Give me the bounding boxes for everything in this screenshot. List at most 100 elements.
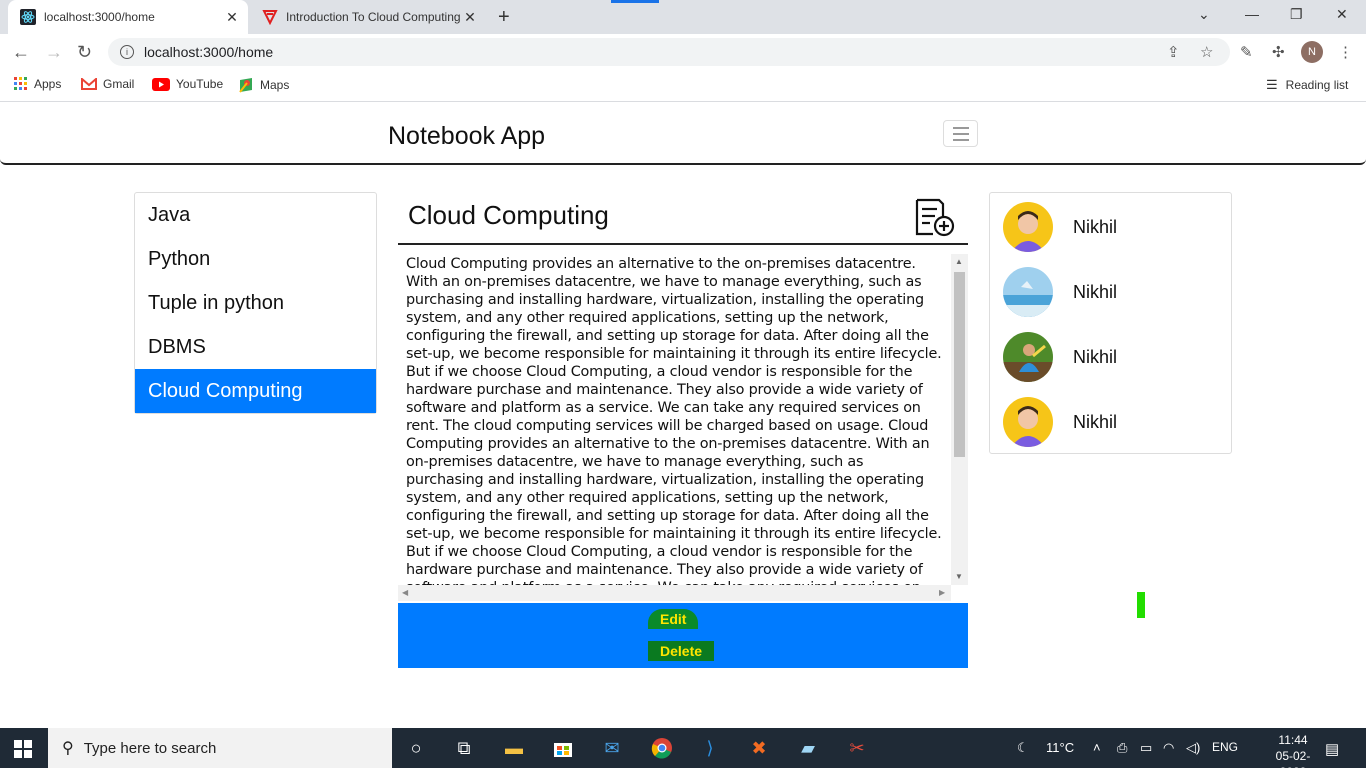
restore-icon[interactable]: ❐ xyxy=(1290,6,1303,23)
back-icon[interactable]: ← xyxy=(12,42,30,63)
note-item-python[interactable]: Python xyxy=(135,237,376,281)
volume-icon[interactable]: ◁) xyxy=(1186,740,1200,756)
tray-chevron-icon[interactable]: ˄ xyxy=(1093,740,1101,755)
language-indicator[interactable]: ENG xyxy=(1212,740,1238,754)
add-note-icon[interactable] xyxy=(913,198,957,238)
taskbar-search-input[interactable]: ⚲ Type here to search xyxy=(48,728,392,768)
wifi-icon[interactable]: ◠ xyxy=(1163,740,1174,756)
close-window-icon[interactable]: ✕ xyxy=(1336,6,1348,23)
url-text: localhost:3000/home xyxy=(144,44,274,60)
weather-moon-icon[interactable]: ☾ xyxy=(1017,740,1029,756)
hamburger-line xyxy=(952,132,969,135)
scroll-right-icon[interactable]: ▶ xyxy=(939,588,945,597)
site-info-icon[interactable]: i xyxy=(120,45,134,59)
outdoor-photo xyxy=(1003,332,1053,382)
tab-title: Introduction To Cloud Computing xyxy=(286,10,460,24)
file-explorer-icon[interactable]: ▬ xyxy=(502,736,526,760)
xampp-icon[interactable]: ✖ xyxy=(747,736,771,760)
bookmark-star-icon[interactable]: ☆ xyxy=(1200,43,1213,61)
reading-list-label: Reading list xyxy=(1285,78,1349,92)
bookmark-label: Maps xyxy=(260,78,290,92)
user-item[interactable]: Nikhil xyxy=(1003,201,1223,253)
horizontal-scrollbar[interactable]: ◀ ▶ xyxy=(398,585,951,601)
minimize-icon[interactable]: — xyxy=(1245,6,1259,22)
note-item-java[interactable]: Java xyxy=(135,193,376,237)
bookmark-label: Gmail xyxy=(103,77,135,91)
hamburger-line xyxy=(952,126,969,129)
hamburger-line xyxy=(952,138,969,141)
edit-button[interactable]: Edit xyxy=(648,609,699,629)
gmail-icon xyxy=(81,78,97,90)
delete-button[interactable]: Delete xyxy=(648,641,715,661)
user-name: Nikhil xyxy=(1073,281,1118,302)
notepad-icon[interactable]: ▰ xyxy=(796,736,820,760)
bookmark-maps[interactable]: Maps xyxy=(238,77,289,93)
cartoon-avatar xyxy=(1003,202,1053,252)
clock-date: 05-02-2022 xyxy=(1275,749,1311,779)
tab-cloud-computing[interactable]: Introduction To Cloud Computing ✕ xyxy=(250,0,486,34)
youtube-icon xyxy=(152,77,170,91)
store-icon[interactable] xyxy=(551,736,575,760)
menu-dots-icon[interactable]: ⋮ xyxy=(1338,43,1353,61)
mail-icon[interactable]: ✉ xyxy=(600,736,624,760)
navbar-toggler-button[interactable] xyxy=(943,120,978,147)
tab-title: localhost:3000/home xyxy=(44,10,155,24)
note-actions-bar: Edit Delete xyxy=(398,603,968,668)
bookmark-label: Apps xyxy=(34,77,62,91)
system-clock[interactable]: 11:44 05-02-2022 xyxy=(1268,732,1318,780)
cartoon-avatar xyxy=(1003,397,1053,447)
bookmark-apps[interactable]: Apps xyxy=(14,77,61,91)
note-item-tuple-in-python[interactable]: Tuple in python xyxy=(135,281,376,325)
vertical-scrollbar[interactable]: ▲ ▼ xyxy=(951,254,968,585)
search-placeholder: Type here to search xyxy=(83,739,217,757)
url-input[interactable]: i localhost:3000/home xyxy=(108,38,1230,66)
bookmark-gmail[interactable]: Gmail xyxy=(81,77,134,91)
notes-list: Java Python Tuple in python DBMS Cloud C… xyxy=(134,192,377,414)
forward-icon[interactable]: → xyxy=(45,42,63,63)
share-icon[interactable]: ⇪ xyxy=(1167,43,1180,61)
notifications-icon[interactable]: ▤ xyxy=(1325,740,1339,758)
clock-time: 11:44 xyxy=(1278,733,1308,747)
task-view-icon[interactable]: ⧉ xyxy=(452,736,476,760)
site-logo-icon xyxy=(262,9,278,25)
user-item[interactable]: Nikhil xyxy=(1003,396,1223,448)
note-item-dbms[interactable]: DBMS xyxy=(135,325,376,369)
scrollbar-thumb[interactable] xyxy=(954,272,965,457)
tab-localhost[interactable]: localhost:3000/home ✕ xyxy=(8,0,248,34)
scroll-down-icon[interactable]: ▼ xyxy=(955,572,963,581)
user-name: Nikhil xyxy=(1073,216,1118,237)
user-item[interactable]: Nikhil xyxy=(1003,266,1223,318)
close-tab-icon[interactable]: ✕ xyxy=(460,9,480,26)
react-icon xyxy=(20,9,36,25)
reload-icon[interactable]: ↻ xyxy=(77,42,92,63)
close-tab-icon[interactable]: ✕ xyxy=(222,9,242,26)
reading-list-button[interactable]: ☰ Reading list xyxy=(1266,77,1348,93)
user-name: Nikhil xyxy=(1073,411,1118,432)
vscode-icon[interactable]: ⟩ xyxy=(698,736,722,760)
tab-search-chevron-icon[interactable]: ⌄ xyxy=(1198,6,1210,23)
windows-start-icon[interactable] xyxy=(14,740,32,758)
bookmark-label: YouTube xyxy=(176,77,224,91)
scroll-up-icon[interactable]: ▲ xyxy=(955,257,963,266)
profile-avatar[interactable]: N xyxy=(1301,41,1323,63)
app-brand[interactable]: Notebook App xyxy=(388,122,545,151)
bookmark-youtube[interactable]: YouTube xyxy=(152,77,223,91)
battery-icon[interactable]: ▭ xyxy=(1140,740,1152,756)
new-tab-icon[interactable]: + xyxy=(498,6,510,29)
tab-drag-indicator xyxy=(611,0,659,3)
extensions-icon[interactable]: ✣ xyxy=(1272,43,1285,61)
cortana-icon[interactable]: ○ xyxy=(404,736,428,760)
note-content-area[interactable]: Cloud Computing provides an alternative … xyxy=(398,252,968,601)
network-drive-icon[interactable]: ⎙ xyxy=(1117,740,1127,756)
snipping-tool-icon[interactable]: ✂ xyxy=(845,736,869,760)
address-bar-row: ← → ↻ i localhost:3000/home ⇪ ☆ ✎ ✣ ⋮ xyxy=(0,34,1366,70)
apps-grid-icon xyxy=(14,77,27,90)
eyedropper-icon[interactable]: ✎ xyxy=(1240,43,1253,61)
user-item[interactable]: Nikhil xyxy=(1003,331,1223,383)
note-body-text: Cloud Computing provides an alternative … xyxy=(406,256,942,585)
note-title: Cloud Computing xyxy=(408,200,609,230)
chrome-icon[interactable] xyxy=(650,736,674,760)
scroll-left-icon[interactable]: ◀ xyxy=(402,588,408,597)
note-item-cloud-computing[interactable]: Cloud Computing xyxy=(135,369,376,413)
weather-temp[interactable]: 11°C xyxy=(1046,740,1074,755)
